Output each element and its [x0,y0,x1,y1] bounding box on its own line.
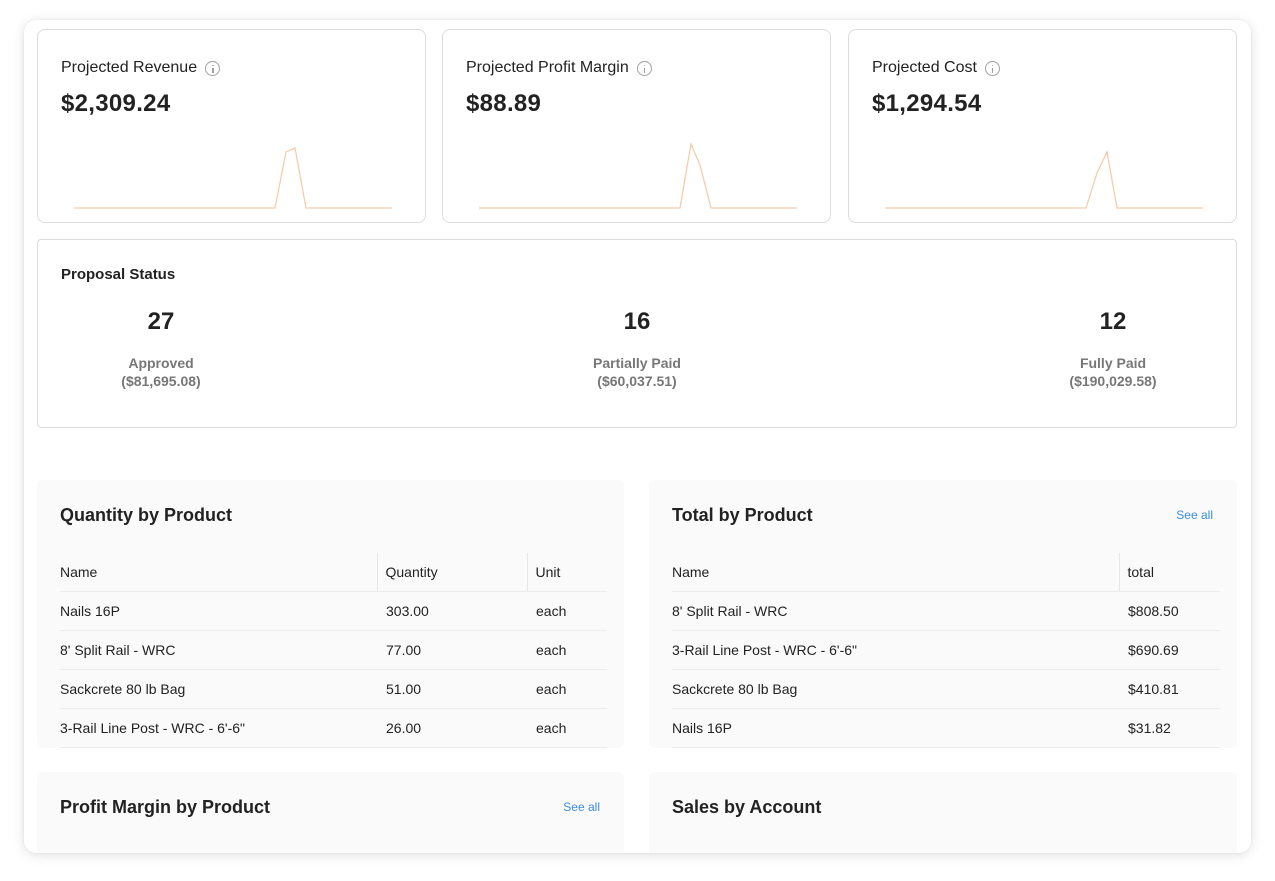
sales-by-account-panel: Sales by Account [649,772,1237,853]
cell-quantity: 77.00 [377,630,527,670]
cell-name: Sackcrete 80 lb Bag [672,669,1119,709]
panel-title: Sales by Account [672,797,822,817]
cell-total: $690.69 [1119,630,1220,670]
table-row[interactable]: 8' Split Rail - WRC $808.50 [672,591,1220,631]
panel-title: Total by Product [672,505,813,525]
sparkline-line [479,141,797,209]
see-all-link[interactable]: See all [1176,508,1213,522]
cell-name: 8' Split Rail - WRC [60,630,377,670]
panel-title: Profit Margin by Product [60,797,271,817]
metric-value: $2,309.24 [61,90,171,117]
proposal-status-title: Proposal Status [61,266,176,283]
dashboard-window: Projected Revenue $2,309.24 Projected Pr… [24,20,1251,853]
cell-name: 3-Rail Line Post - WRC - 6'-6" [60,708,377,748]
cell-name: Nails 16P [672,708,1119,748]
profit-margin-sparkline [479,141,797,209]
sparkline-line [885,150,1203,209]
see-all-link[interactable]: See all [563,800,600,814]
table-row[interactable]: 3-Rail Line Post - WRC - 6'-6" 26.00 eac… [60,708,607,748]
metric-value: $1,294.54 [872,90,982,117]
cell-total: $31.82 [1119,708,1220,748]
cell-unit: each [527,591,607,631]
status-partially-paid[interactable]: 16 Partially Paid ($60,037.51) [537,308,737,390]
column-header-name[interactable]: Name [60,553,377,592]
cell-unit: each [527,630,607,670]
metric-card-cost: Projected Cost $1,294.54 [848,29,1237,223]
table-row[interactable]: 3-Rail Line Post - WRC - 6'-6" $690.69 [672,630,1220,670]
cost-sparkline [885,150,1203,209]
cell-total: $808.50 [1119,591,1220,631]
status-count: 12 [1099,308,1127,335]
info-icon[interactable] [205,60,221,76]
revenue-sparkline [74,147,392,209]
profit-margin-by-product-panel: Profit Margin by Product See all [37,772,624,853]
info-icon[interactable] [636,60,652,76]
column-header-unit[interactable]: Unit [526,553,607,592]
status-label: Fully Paid [1079,355,1147,371]
status-fully-paid[interactable]: 12 Fully Paid ($190,029.58) [1013,308,1213,390]
sparkline-line [74,147,392,209]
cell-name: Nails 16P [60,591,377,631]
total-by-product-panel: Total by Product See all Name total 8' S… [649,480,1237,748]
cell-quantity: 26.00 [377,708,527,748]
status-label: Approved [128,355,194,371]
table-row[interactable]: Sackcrete 80 lb Bag $410.81 [672,669,1220,709]
metric-title: Projected Revenue [61,59,198,76]
cell-unit: each [527,708,607,748]
table-header-row: Name total [672,553,1220,592]
cell-total: $410.81 [1119,669,1220,709]
metric-card-profit-margin: Projected Profit Margin $88.89 [442,29,831,223]
status-amount: ($60,037.51) [597,373,677,389]
metric-title: Projected Profit Margin [466,59,629,76]
table-row[interactable]: Nails 16P $31.82 [672,708,1220,748]
table-row[interactable]: Sackcrete 80 lb Bag 51.00 each [60,669,607,709]
info-icon[interactable] [984,60,1000,76]
metric-value: $88.89 [466,90,542,117]
column-header-quantity[interactable]: Quantity [376,553,527,592]
quantity-by-product-panel: Quantity by Product Name Quantity Unit N… [37,480,624,748]
total-table: Name total 8' Split Rail - WRC $808.50 3… [672,553,1220,748]
status-label: Partially Paid [593,355,681,371]
table-header-row: Name Quantity Unit [60,553,607,592]
metric-card-revenue: Projected Revenue $2,309.24 [37,29,426,223]
column-header-name[interactable]: Name [672,553,1119,592]
cell-quantity: 51.00 [377,669,527,709]
column-header-total[interactable]: total [1118,553,1220,592]
metric-title-row: Projected Revenue [61,59,221,77]
quantity-table: Name Quantity Unit Nails 16P 303.00 each… [60,553,607,748]
table-row[interactable]: Nails 16P 303.00 each [60,591,607,631]
status-amount: ($81,695.08) [121,373,201,389]
cell-name: Sackcrete 80 lb Bag [60,669,377,709]
status-count: 16 [623,308,651,335]
panel-title: Quantity by Product [60,505,233,525]
cell-name: 3-Rail Line Post - WRC - 6'-6" [672,630,1119,670]
cell-name: 8' Split Rail - WRC [672,591,1119,631]
status-approved[interactable]: 27 Approved ($81,695.08) [61,308,261,390]
cell-quantity: 303.00 [377,591,527,631]
metric-title: Projected Cost [872,59,977,76]
status-count: 27 [147,308,175,335]
status-amount: ($190,029.58) [1069,373,1157,389]
metric-title-row: Projected Profit Margin [466,59,652,77]
cell-unit: each [527,669,607,709]
table-row[interactable]: 8' Split Rail - WRC 77.00 each [60,630,607,670]
proposal-status-card: Proposal Status 27 Approved ($81,695.08)… [37,239,1237,428]
metric-title-row: Projected Cost [872,59,1000,77]
